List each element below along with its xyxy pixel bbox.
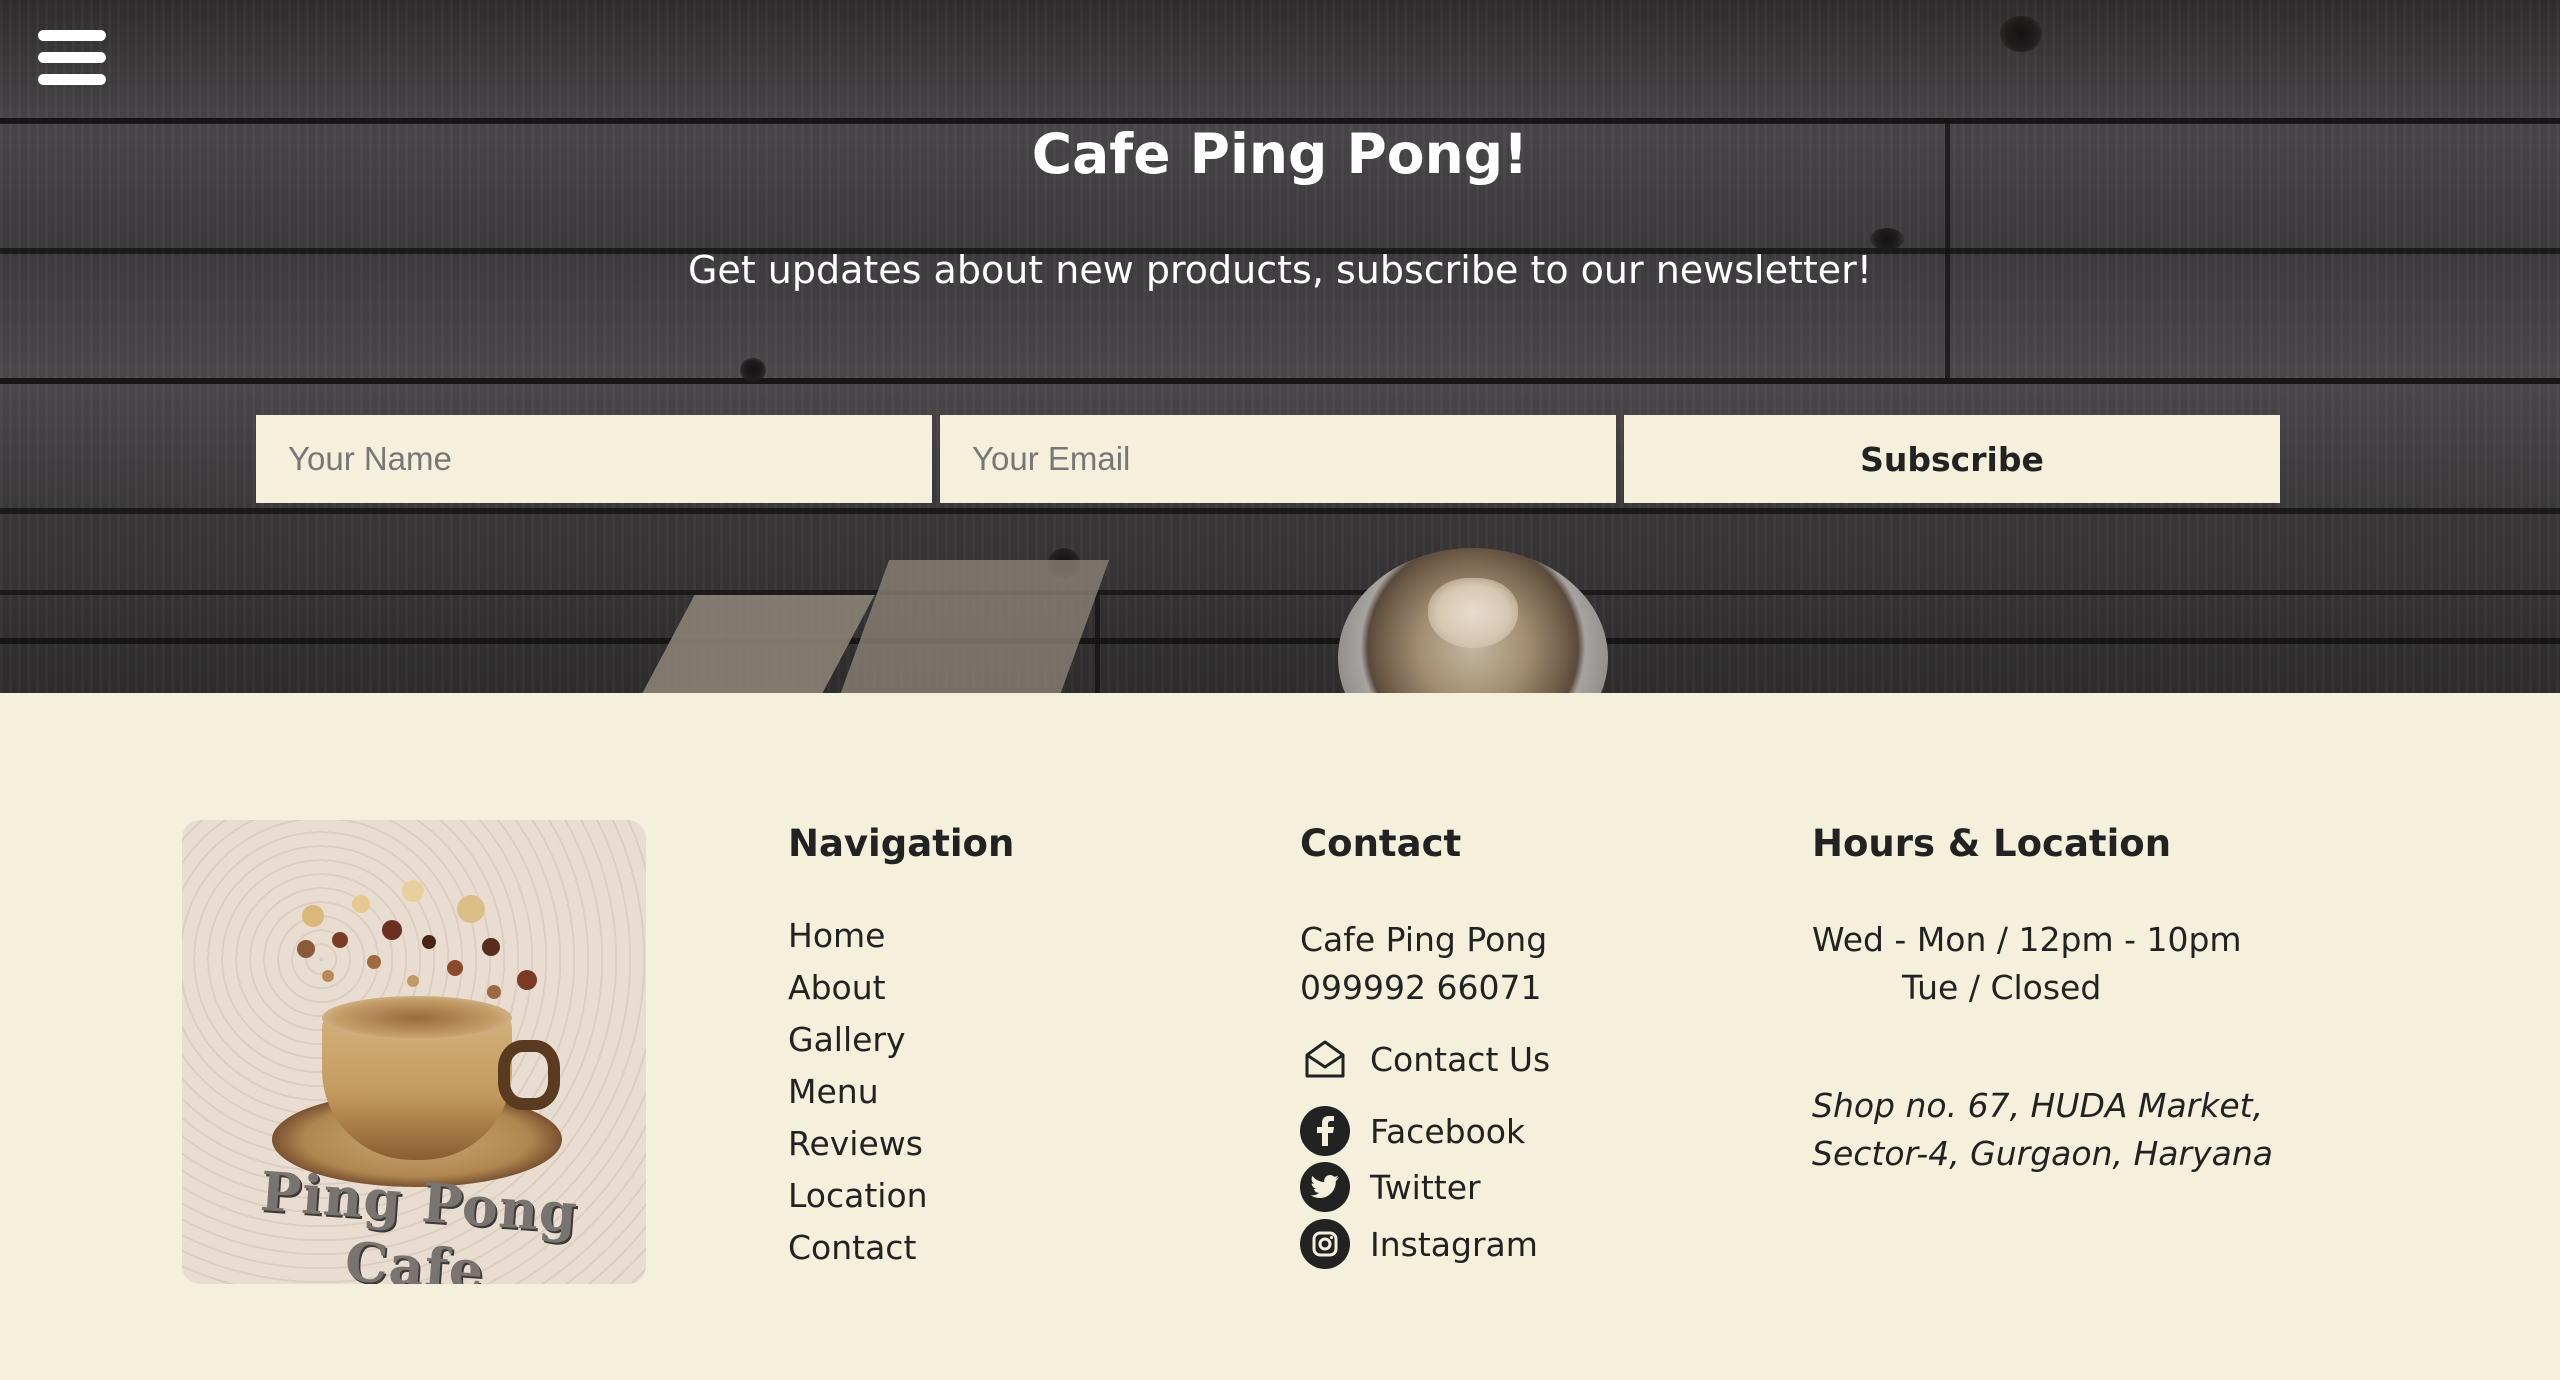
hamburger-menu-icon[interactable] [38, 30, 108, 86]
contact-phone: 099992 66071 [1300, 968, 1542, 1007]
subscribe-button[interactable]: Subscribe [1624, 415, 2280, 503]
logo-bean-dot [382, 920, 402, 940]
paper-decoration [625, 595, 875, 693]
newsletter-hero: Cafe Ping Pong! Get updates about new pr… [0, 0, 2560, 693]
facebook-icon [1300, 1106, 1350, 1156]
email-input[interactable] [940, 415, 1616, 503]
wood-seam [0, 590, 2560, 595]
hero-title: Cafe Ping Pong! [1031, 122, 1529, 186]
wood-seam [0, 378, 2560, 384]
twitter-label: Twitter [1370, 1167, 1481, 1207]
twitter-icon [1300, 1162, 1350, 1212]
logo-bean-dot [332, 932, 348, 948]
wood-knot [1870, 228, 1904, 250]
nav-link-location[interactable]: Location [788, 1176, 928, 1228]
facebook-label: Facebook [1370, 1111, 1526, 1151]
navigation-heading: Navigation [788, 822, 1015, 865]
hours-closed: Tue / Closed [1902, 968, 2102, 1007]
address-line-2: Sector-4, Gurgaon, Haryana [1812, 1134, 2273, 1173]
logo-cup-top [322, 996, 512, 1040]
logo-bean-dot [407, 975, 419, 987]
footer-navigation: Home About Gallery Menu Reviews Location… [788, 916, 928, 1280]
mail-icon [1300, 1034, 1350, 1084]
contact-heading: Contact [1300, 822, 1462, 865]
logo-bean-dot [352, 895, 370, 913]
hours-open: Wed - Mon / 12pm - 10pm [1812, 920, 2242, 959]
nav-link-home[interactable]: Home [788, 916, 928, 968]
logo-bean-dot [322, 970, 334, 982]
logo-cup-handle [498, 1040, 560, 1110]
logo-bean-dot [302, 905, 324, 927]
nav-link-reviews[interactable]: Reviews [788, 1124, 928, 1176]
latte-art [1428, 578, 1518, 648]
address-line-1: Shop no. 67, HUDA Market, [1812, 1086, 2264, 1125]
hours-location-heading: Hours & Location [1812, 822, 2172, 865]
logo-bean-dot [482, 938, 500, 956]
logo-bean-dot [487, 985, 501, 999]
contact-us-label: Contact Us [1370, 1039, 1551, 1079]
logo-bean-dot [457, 895, 485, 923]
logo-bean-dot [517, 970, 537, 990]
logo-bean-dot [422, 935, 436, 949]
logo-bean-dot [297, 940, 315, 958]
twitter-link[interactable]: Twitter [1300, 1160, 1481, 1214]
name-input[interactable] [256, 415, 932, 503]
facebook-link[interactable]: Facebook [1300, 1104, 1525, 1158]
wood-knot [740, 358, 766, 382]
logo-text: Ping Pong Cafe [258, 1159, 581, 1284]
hero-subtitle: Get updates about new products, subscrib… [687, 248, 1873, 292]
nav-link-menu[interactable]: Menu [788, 1072, 928, 1124]
wood-seam [1095, 593, 1100, 693]
contact-us-link[interactable]: Contact Us [1300, 1032, 1550, 1086]
wood-knot [2000, 16, 2042, 52]
instagram-icon [1300, 1219, 1350, 1269]
cafe-logo: Ping Pong Cafe [182, 820, 646, 1284]
logo-bean-dot [447, 960, 463, 976]
nav-link-contact[interactable]: Contact [788, 1228, 928, 1280]
nav-link-gallery[interactable]: Gallery [788, 1020, 928, 1072]
instagram-label: Instagram [1370, 1224, 1538, 1264]
paper-decoration [830, 560, 1110, 693]
logo-bean-dot [402, 880, 424, 902]
instagram-link[interactable]: Instagram [1300, 1217, 1538, 1271]
nav-link-about[interactable]: About [788, 968, 928, 1020]
contact-business-name: Cafe Ping Pong [1300, 920, 1548, 959]
logo-bean-dot [367, 955, 381, 969]
